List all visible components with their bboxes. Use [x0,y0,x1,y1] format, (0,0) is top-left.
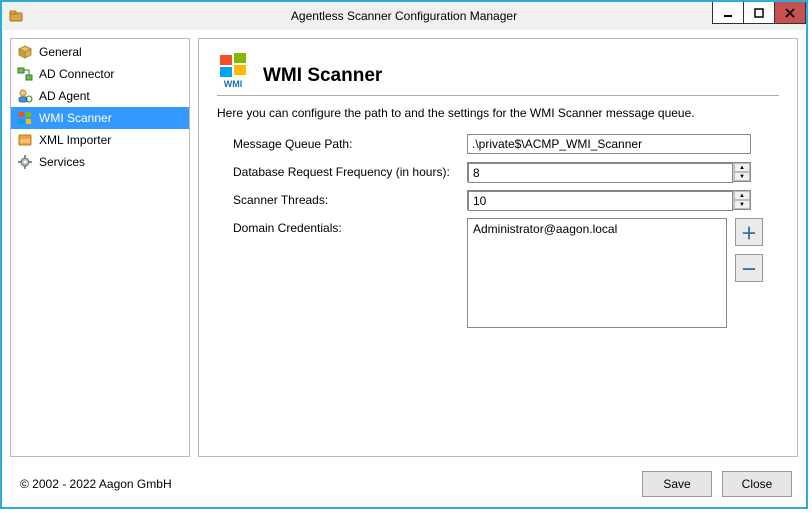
plus-icon: ＋ [741,220,757,244]
spin-up-button[interactable]: ▲ [734,191,750,200]
body-area: General AD Connector AD Agent [2,30,806,465]
box-icon [17,44,33,60]
settings-form: Message Queue Path: Database Request Fre… [217,134,779,336]
connector-icon [17,66,33,82]
sidebar-item-services[interactable]: Services [11,151,189,173]
remove-credential-button[interactable]: － [735,254,763,282]
sidebar-item-wmi-scanner[interactable]: WMI Scanner [11,107,189,129]
app-icon [8,8,24,24]
spinner-buttons: ▲ ▼ [733,163,750,181]
queue-path-input[interactable] [467,134,751,154]
close-button[interactable] [774,2,806,24]
threads-input[interactable] [468,191,733,211]
sidebar-item-ad-agent[interactable]: AD Agent [11,85,189,107]
maximize-button[interactable] [743,2,774,24]
label-threads: Scanner Threads: [217,190,467,207]
sidebar: General AD Connector AD Agent [10,38,190,457]
sidebar-item-label: WMI Scanner [39,111,112,125]
gear-icon [17,154,33,170]
windows-icon [17,110,33,126]
divider [217,95,779,96]
sidebar-item-label: General [39,45,82,59]
sidebar-item-label: AD Connector [39,67,114,81]
spin-down-button[interactable]: ▼ [734,200,750,209]
title-bar: Agentless Scanner Configuration Manager [2,2,806,30]
add-credential-button[interactable]: ＋ [735,218,763,246]
spin-down-button[interactable]: ▼ [734,172,750,181]
row-threads: Scanner Threads: ▲ ▼ [217,190,779,210]
minimize-button[interactable] [712,2,743,24]
page-header: WMI WMI Scanner [217,51,779,89]
label-frequency: Database Request Frequency (in hours): [217,162,467,179]
close-window-button[interactable]: Close [722,471,792,497]
client-area: General AD Connector AD Agent [2,30,806,507]
frequency-input[interactable] [468,163,733,183]
agent-icon [17,88,33,104]
svg-text:xml: xml [20,139,29,145]
credentials-actions: ＋ － [735,218,763,282]
sidebar-item-general[interactable]: General [11,41,189,63]
copyright-text: © 2002 - 2022 Aagon GmbH [20,477,632,491]
xml-icon: xml [17,132,33,148]
credentials-listbox[interactable]: Administrator@aagon.local [467,218,727,328]
sidebar-item-label: Services [39,155,85,169]
sidebar-item-label: AD Agent [39,89,90,103]
row-queue-path: Message Queue Path: [217,134,779,154]
spin-up-button[interactable]: ▲ [734,163,750,172]
frequency-spinner[interactable]: ▲ ▼ [467,162,751,182]
threads-spinner[interactable]: ▲ ▼ [467,190,751,210]
svg-text:WMI: WMI [224,79,243,89]
minus-icon: － [741,256,757,280]
list-item[interactable]: Administrator@aagon.local [473,222,721,236]
main-panel: WMI WMI Scanner Here you can configure t… [198,38,798,457]
label-queue-path: Message Queue Path: [217,134,467,151]
page-description: Here you can configure the path to and t… [217,106,779,120]
row-credentials: Domain Credentials: Administrator@aagon.… [217,218,779,328]
row-frequency: Database Request Frequency (in hours): ▲… [217,162,779,182]
label-credentials: Domain Credentials: [217,218,467,235]
spinner-buttons: ▲ ▼ [733,191,750,209]
wmi-logo-icon: WMI [217,51,253,89]
page-title: WMI Scanner [263,65,382,87]
window-title: Agentless Scanner Configuration Manager [2,9,806,23]
app-window: Agentless Scanner Configuration Manager [0,0,808,509]
footer: © 2002 - 2022 Aagon GmbH Save Close [2,465,806,507]
sidebar-item-xml-importer[interactable]: xml XML Importer [11,129,189,151]
save-button[interactable]: Save [642,471,712,497]
window-controls [712,2,806,24]
sidebar-item-label: XML Importer [39,133,111,147]
sidebar-item-ad-connector[interactable]: AD Connector [11,63,189,85]
